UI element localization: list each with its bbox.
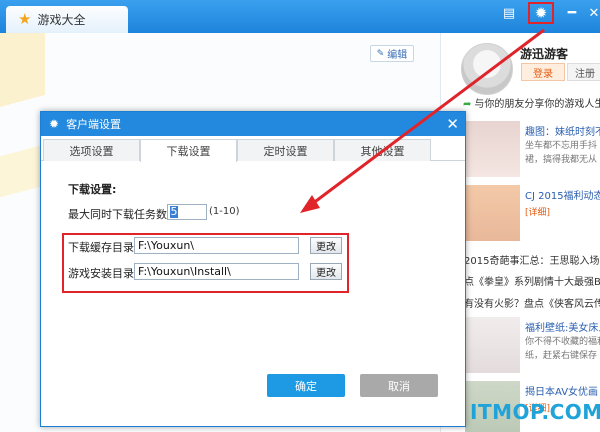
pencil-icon: ✎ [376, 48, 385, 59]
avatar[interactable] [461, 43, 513, 95]
login-button[interactable]: 登录 [521, 63, 565, 81]
feed-title: 趣图：妹纸时刻不 [525, 127, 600, 138]
tab-download[interactable]: 下载设置 [140, 139, 237, 162]
cancel-button[interactable]: 取消 [360, 374, 438, 397]
feed-title: CJ 2015福利动态 [525, 191, 600, 202]
dialog-title-bar: ✹ 客户端设置 ✕ [41, 112, 465, 136]
edit-button[interactable]: ✎ 编辑 [370, 45, 414, 62]
share-link[interactable]: ➦ 与你的朋友分享你的游戏人生 [463, 95, 600, 110]
change-install-dir-button[interactable]: 更改 [310, 263, 342, 280]
settings-dialog: ✹ 客户端设置 ✕ 选项设置 下载设置 定时设置 其他设置 下载设置: 最大同时… [40, 111, 466, 427]
watermark: ITMOP.COM [470, 400, 600, 424]
gear-icon[interactable]: ✹ [528, 2, 554, 24]
feed-thumbnail [465, 317, 520, 373]
close-icon[interactable]: ✕ [584, 3, 600, 23]
max-tasks-value: 5 [170, 205, 178, 218]
star-icon: ★ [18, 10, 32, 28]
gear-icon: ✹ [49, 117, 60, 131]
feed-title: 福利壁纸:美女床上 [525, 323, 600, 334]
feed-item[interactable]: 趣图：妹纸时刻不 坐车都不忘用手抖 裙，搞得我都无从 [465, 121, 600, 181]
feed-thumbnail [465, 121, 520, 177]
share-icon: ➦ [463, 99, 472, 110]
feed-desc: 坐车都不忘用手抖 裙，搞得我都无从 [525, 141, 598, 165]
news-link[interactable]: 有没有火影？盘点《侠客风云传》 [464, 295, 600, 310]
decorative-stripes [0, 33, 45, 432]
title-bar: ★ 游戏大全 ▤ ✹ ━ ✕ [0, 0, 600, 33]
ok-button[interactable]: 确定 [267, 374, 345, 397]
edit-label: 编辑 [387, 50, 408, 61]
dialog-title: 客户端设置 [66, 118, 122, 131]
tab-game-center[interactable]: ★ 游戏大全 [6, 6, 128, 33]
close-icon[interactable]: ✕ [446, 114, 459, 134]
tab-options[interactable]: 选项设置 [43, 139, 140, 161]
install-dir-input[interactable]: F:\Youxun\Install\ [134, 263, 299, 280]
change-cache-dir-button[interactable]: 更改 [310, 237, 342, 254]
feed-thumbnail [465, 185, 520, 241]
feed-more-link[interactable]: [详细] [525, 205, 550, 218]
news-link[interactable]: 点《拳皇》系列剧情十大最强BOS [464, 273, 600, 288]
max-tasks-range: (1-10) [209, 206, 240, 217]
news-link[interactable]: 2015奇葩事汇总：王思聪入场被发 [464, 252, 600, 267]
chat-icon[interactable]: ▤ [499, 3, 519, 23]
register-button[interactable]: 注册 [567, 63, 600, 81]
username: 游迅游客 [520, 47, 569, 61]
section-title: 下载设置: [68, 183, 117, 196]
tab-other[interactable]: 其他设置 [334, 139, 431, 161]
minimize-icon[interactable]: ━ [562, 3, 582, 23]
cache-dir-input[interactable]: F:\Youxun\ [134, 237, 299, 254]
feed-item[interactable]: 福利壁纸:美女床上 你不得不收藏的福利 纸，赶紧右键保存 [465, 317, 600, 377]
download-settings-panel: 下载设置: 最大同时下载任务数： 5 (1-10) 下载缓存目录： F:\You… [41, 162, 465, 426]
settings-tabs: 选项设置 下载设置 定时设置 其他设置 [41, 139, 465, 162]
feed-item[interactable]: CJ 2015福利动态 [详细] [465, 185, 600, 245]
tab-schedule[interactable]: 定时设置 [237, 139, 334, 161]
feed-title: 揭日本AV女优画 [525, 387, 599, 398]
max-tasks-label: 最大同时下载任务数： [68, 208, 178, 221]
feed-desc: 你不得不收藏的福利 纸，赶紧右键保存 [525, 337, 600, 361]
tab-label: 游戏大全 [37, 13, 86, 27]
